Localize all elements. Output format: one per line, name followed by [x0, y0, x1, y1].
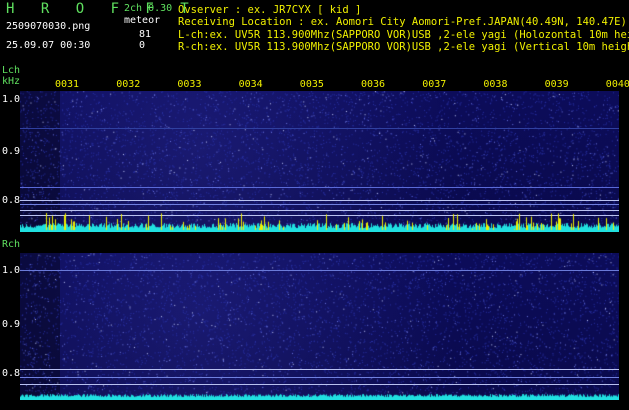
filename: 2509070030.png — [6, 21, 91, 32]
observer-line: Ovserver : ex. JR7CYX [ kid ] — [178, 4, 362, 16]
lch-ytick-2: 0.9 — [2, 146, 21, 157]
lch-band-line — [20, 187, 619, 188]
rch-ytick-2: 0.9 — [2, 319, 21, 330]
time-tick-label: 0036 — [361, 79, 386, 90]
rch-signal-trace — [20, 390, 619, 400]
location-line: Receiving Location : ex. Aomori City Aom… — [178, 16, 627, 28]
time-tick-label: 0037 — [422, 79, 447, 90]
lch-meteor-count: 81 — [139, 29, 152, 40]
rch-meteor-count: 0 — [139, 40, 146, 51]
lch-band-line — [20, 204, 619, 205]
rch-label: Rch — [2, 239, 21, 250]
lch-ytick-1: 1.0 — [2, 94, 21, 105]
time-tick-label: 0035 — [299, 79, 324, 90]
rch-ytick-1: 1.0 — [2, 265, 21, 276]
lch-band-line — [20, 210, 619, 211]
rch-spectrogram — [20, 253, 619, 400]
lch-info-line: L-ch:ex. UV5R 113.900Mhz(SAPPORO VOR)USB… — [178, 29, 629, 41]
lch-ytick-3: 0.8 — [2, 195, 21, 206]
time-tick-label: 0032 — [116, 79, 141, 90]
time-tick-label: 0039 — [544, 79, 569, 90]
time-tick-label: 0031 — [55, 79, 80, 90]
lch-band-line — [20, 200, 619, 201]
rch-band-line — [20, 384, 619, 385]
rch-info-line: R-ch:ex. UV5R 113.900Mhz(SAPPORO VOR)USB… — [178, 41, 629, 53]
meteor-count-label: meteor — [124, 15, 161, 26]
lch-band-line — [20, 128, 619, 129]
lch-label: Lch — [2, 65, 21, 76]
datetime: 25.09.07 00:30 — [6, 40, 91, 51]
lch-spectrogram — [20, 91, 619, 232]
rch-band-line — [20, 270, 619, 271]
time-tick-label: 0040 — [605, 79, 629, 90]
time-tick-label: 0034 — [238, 79, 263, 90]
time-tick-label: 0038 — [483, 79, 508, 90]
time-tick-label: 0033 — [177, 79, 202, 90]
mode-label: 2ch 0.30 — [124, 3, 173, 14]
lch-unit-label: kHz — [2, 76, 21, 87]
rch-ytick-3: 0.8 — [2, 368, 21, 379]
rch-band-line — [20, 377, 619, 378]
lch-signal-trace — [20, 212, 619, 232]
rch-band-line — [20, 369, 619, 370]
